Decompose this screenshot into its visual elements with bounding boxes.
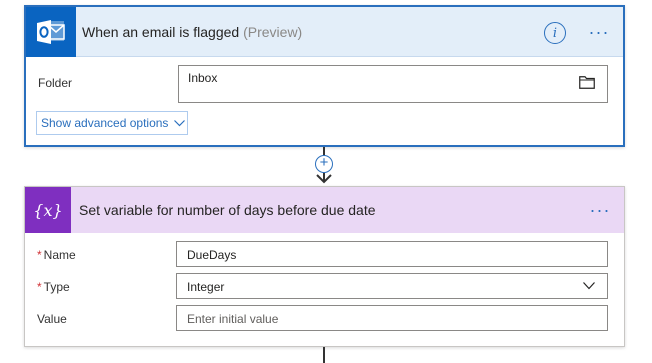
variable-card[interactable]: {x} Set variable for number of days befo… (24, 186, 625, 347)
name-value: DueDays (187, 248, 237, 262)
connector-line-bottom (323, 347, 325, 363)
more-options-icon[interactable]: ··· (586, 23, 612, 41)
more-options-icon[interactable]: ··· (587, 201, 613, 219)
folder-value: Inbox (188, 71, 218, 85)
folder-field[interactable]: Inbox (178, 65, 608, 103)
trigger-header[interactable]: When an email is flagged (Preview) i ··· (26, 7, 623, 57)
type-dropdown[interactable]: Integer (176, 273, 608, 299)
type-label: * Type (37, 280, 70, 294)
arrow-down-icon (316, 174, 332, 184)
required-marker: * (37, 280, 42, 294)
trigger-card[interactable]: When an email is flagged (Preview) i ···… (24, 5, 625, 147)
chevron-down-icon (174, 119, 186, 126)
name-input[interactable]: DueDays (176, 241, 608, 267)
show-advanced-options-label: Show advanced options (41, 116, 169, 130)
preview-label: (Preview) (243, 24, 303, 40)
chevron-down-icon[interactable] (583, 282, 595, 290)
required-marker: * (37, 248, 42, 262)
value-label: Value (37, 312, 67, 326)
info-icon[interactable]: i (544, 22, 566, 44)
variable-header[interactable]: {x} Set variable for number of days befo… (25, 187, 624, 233)
folder-label: Folder (38, 76, 73, 90)
type-label-text: Type (43, 280, 70, 294)
trigger-title-text: When an email is flagged (82, 24, 240, 40)
trigger-title: When an email is flagged (Preview) (82, 24, 302, 40)
outlook-icon (26, 7, 76, 57)
variable-icon: {x} (25, 187, 71, 233)
show-advanced-options-button[interactable]: Show advanced options (36, 111, 188, 135)
value-input[interactable]: Enter initial value (176, 305, 608, 331)
variable-title: Set variable for number of days before d… (79, 202, 376, 218)
type-value: Integer (187, 280, 225, 294)
variable-icon-text: {x} (33, 200, 63, 220)
folder-icon[interactable] (579, 76, 595, 89)
name-label-text: Name (43, 248, 76, 262)
insert-step-button[interactable]: + (315, 155, 333, 173)
value-placeholder: Enter initial value (187, 312, 279, 326)
name-label: * Name (37, 248, 76, 262)
